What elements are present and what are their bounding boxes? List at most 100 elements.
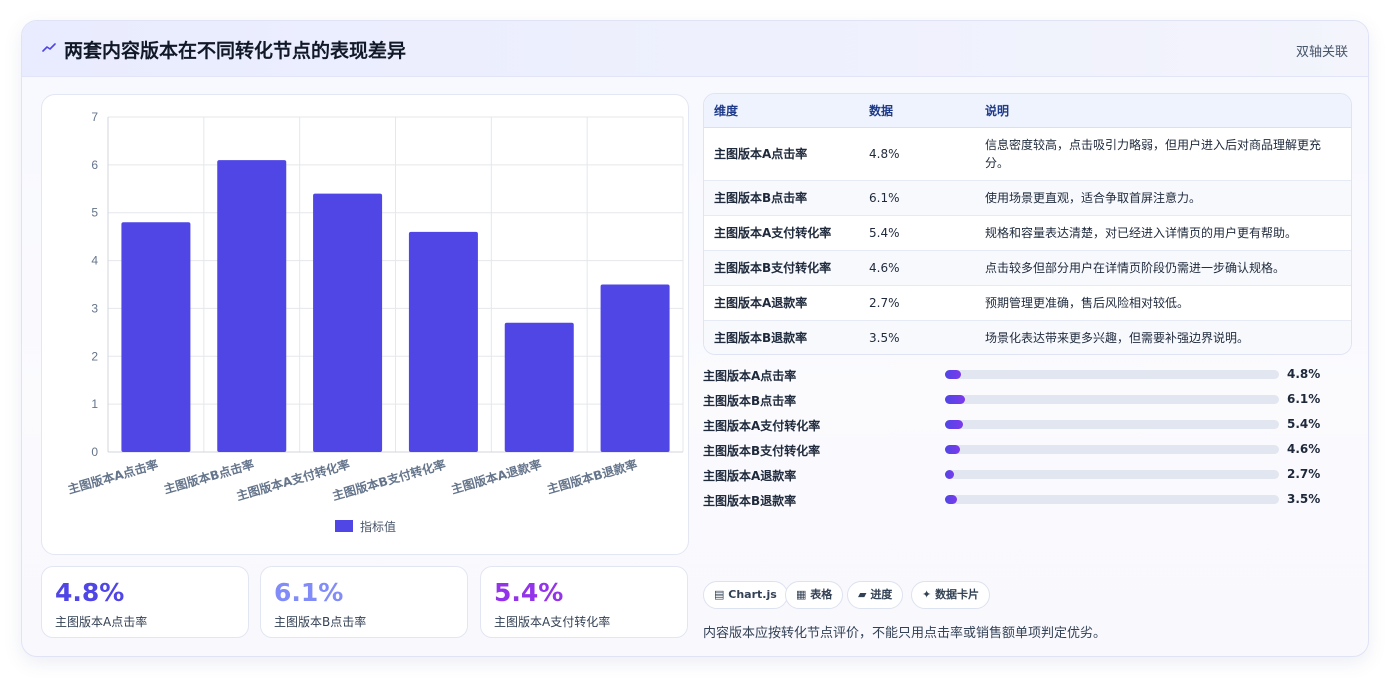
bar-chart: 01234567主图版本A点击率 主图版本B点击率主图版本A支付转化率主图版本B支… — [66, 110, 684, 534]
bar — [600, 284, 670, 452]
progress-track — [945, 395, 1279, 404]
kpi-card: 4.8% 主图版本A点击率 — [41, 566, 249, 638]
table-row: 主图版本B点击率 6.1% 使用场景更直观，适合争取首屏注意力。 — [704, 180, 1351, 216]
chip-data-cards[interactable]: ✦ 数据卡片 — [911, 581, 991, 609]
column-header-data: 数据 — [859, 94, 975, 128]
chart-icon: ▤ — [714, 588, 725, 601]
progress-fill — [945, 370, 962, 379]
progress-row: 主图版本A退款率 2.7% — [703, 465, 1343, 490]
progress-value: 5.4% — [1287, 417, 1321, 431]
page-title: 两套内容版本在不同转化节点的表现差异 — [64, 40, 407, 62]
table-cell: 信息密度较高，点击吸引力略弱，但用户进入后对商品理解更充分。 — [975, 127, 1351, 181]
footer-note: 内容版本应按转化节点评价，不能只用点击率或销售额单项判定优劣。 — [703, 626, 1107, 641]
trend-line-icon — [42, 43, 56, 52]
progress-value: 4.8% — [1287, 367, 1321, 381]
table-cell: 4.6% — [859, 250, 975, 286]
progress-label: 主图版本B支付转化率 — [703, 444, 821, 458]
progress-list: 主图版本A点击率 4.8% 主图版本B点击率 6.1% 主图版本A支付转化率 5… — [703, 365, 1343, 515]
progress-value: 3.5% — [1287, 492, 1321, 506]
progress-fill — [945, 495, 957, 504]
table-row: 主图版本A退款率 2.7% 预期管理更准确，售后风险相对较低。 — [704, 285, 1351, 321]
progress-track — [945, 470, 1279, 479]
progress-label: 主图版本B点击率 — [703, 394, 797, 408]
bar-chart-panel: 0 1 2 3 4 5 6 7 主图版本A点击率 主图版本B点击率 主图版本A支付转化率 主图版本B支… — [41, 94, 689, 555]
x-tick-label: 主图版本A退款率 — [449, 456, 543, 496]
chip-table[interactable]: ▦ 表格 — [785, 581, 844, 609]
kpi-value: 6.1% — [274, 578, 344, 607]
progress-track — [945, 370, 1279, 379]
bar — [408, 231, 478, 452]
card-header: 两套内容版本在不同转化节点的表现差异 双轴关联 — [22, 21, 1368, 77]
data-table: 维度 数据 说明 主图版本A点击率 4.8% 信息密度较高，点击吸引力略弱，但用… — [704, 94, 1351, 354]
table-cell: 主图版本A点击率 — [704, 127, 859, 181]
progress-track — [945, 420, 1279, 429]
kpi-label: 主图版本A点击率 — [55, 615, 148, 629]
x-tick-label: 主图版本B退款率 — [545, 456, 639, 496]
kpi-value: 5.4% — [494, 578, 564, 607]
progress-label: 主图版本A点击率 — [703, 369, 797, 383]
progress-row: 主图版本B点击率 6.1% — [703, 390, 1343, 415]
table-cell: 2.7% — [859, 285, 975, 321]
kpi-label: 主图版本A支付转化率 — [494, 615, 611, 629]
kpi-card: 6.1% 主图版本B点击率 — [260, 566, 468, 638]
table-row: 主图版本B支付转化率 4.6% 点击较多但部分用户在详情页阶段仍需进一步确认规格… — [704, 250, 1351, 286]
table-cell: 场景化表达带来更多兴趣，但需要补强边界说明。 — [985, 330, 1250, 345]
y-tick-label: 6 — [91, 158, 98, 172]
y-tick-label: 1 — [91, 397, 98, 411]
progress-row: 主图版本A支付转化率 5.4% — [703, 415, 1343, 440]
progress-fill — [945, 395, 966, 404]
y-tick-label: 5 — [91, 206, 98, 220]
y-tick-label: 0 — [91, 445, 98, 459]
chip-label: 表格 — [810, 588, 833, 601]
table-header-row: 维度 数据 说明 — [704, 94, 1351, 128]
progress-label: 主图版本B退款率 — [703, 494, 797, 508]
y-tick-label: 2 — [91, 349, 98, 363]
bar — [504, 322, 574, 452]
progress-value: 2.7% — [1287, 467, 1321, 481]
chip-chartjs[interactable]: ▤ Chart.js — [703, 581, 788, 609]
table-cell: 主图版本A支付转化率 — [704, 215, 859, 251]
progress-fill — [945, 470, 955, 479]
progress-fill — [945, 420, 964, 429]
table-cell: 5.4% — [859, 215, 975, 251]
y-tick-label: 4 — [91, 254, 98, 268]
chip-label: 进度 — [870, 588, 893, 601]
table-cell: 主图版本B点击率 — [704, 180, 859, 216]
table-cell: 点击较多但部分用户在详情页阶段仍需进一步确认规格。 — [975, 250, 1351, 286]
table-cell: 主图版本A退款率 — [704, 285, 859, 321]
table-row: 主图版本A点击率 4.8% 信息密度较高，点击吸引力略弱，但用户进入后对商品理解… — [704, 127, 1351, 181]
table-cell: 预期管理更准确，售后风险相对较低。 — [975, 285, 1351, 321]
dual-axis-badge: 双轴关联 — [1295, 45, 1348, 60]
chip-label: 数据卡片 — [935, 588, 980, 601]
progress-value: 6.1% — [1287, 392, 1321, 406]
dashboard-card: 两套内容版本在不同转化节点的表现差异 双轴关联 0 1 2 3 4 5 6 7 主图版本A点击率… — [21, 20, 1369, 657]
table-cell: 3.5% — [869, 330, 900, 345]
table-cell: 主图版本B支付转化率 — [704, 250, 859, 286]
chip-progress[interactable]: ▰ 进度 — [847, 581, 904, 609]
bar — [121, 222, 191, 452]
kpi-value: 4.8% — [55, 578, 125, 607]
column-header-description: 说明 — [975, 94, 1351, 128]
y-tick-label: 7 — [91, 110, 98, 124]
progress-track — [945, 445, 1279, 454]
progress-label: 主图版本A退款率 — [703, 469, 797, 483]
table-cell: 规格和容量表达清楚，对已经进入详情页的用户更有帮助。 — [975, 215, 1351, 251]
table-cell: 6.1% — [859, 180, 975, 216]
progress-label: 主图版本A支付转化率 — [703, 419, 821, 433]
table-row: 主图版本A支付转化率 5.4% 规格和容量表达清楚，对已经进入详情页的用户更有帮… — [704, 215, 1351, 251]
bar — [217, 160, 287, 453]
legend-swatch — [335, 520, 353, 532]
y-tick-label: 3 — [91, 301, 98, 315]
kpi-label: 主图版本B点击率 — [274, 615, 367, 629]
progress-row: 主图版本A点击率 4.8% — [703, 365, 1343, 390]
table-cell: 使用场景更直观，适合争取首屏注意力。 — [975, 180, 1351, 216]
progress-value: 4.6% — [1287, 442, 1321, 456]
progress-row: 主图版本B退款率 3.5% — [703, 490, 1343, 515]
progress-icon: ▰ — [858, 588, 867, 601]
table-cell: 主图版本B退款率 — [714, 330, 808, 345]
sparkle-icon: ✦ — [922, 588, 932, 601]
data-table-panel: 维度 数据 说明 主图版本A点击率 4.8% 信息密度较高，点击吸引力略弱，但用… — [703, 93, 1352, 355]
legend-label: 指标值 — [360, 519, 396, 534]
table-cell: 4.8% — [859, 127, 975, 181]
chip-label: Chart.js — [728, 588, 777, 601]
